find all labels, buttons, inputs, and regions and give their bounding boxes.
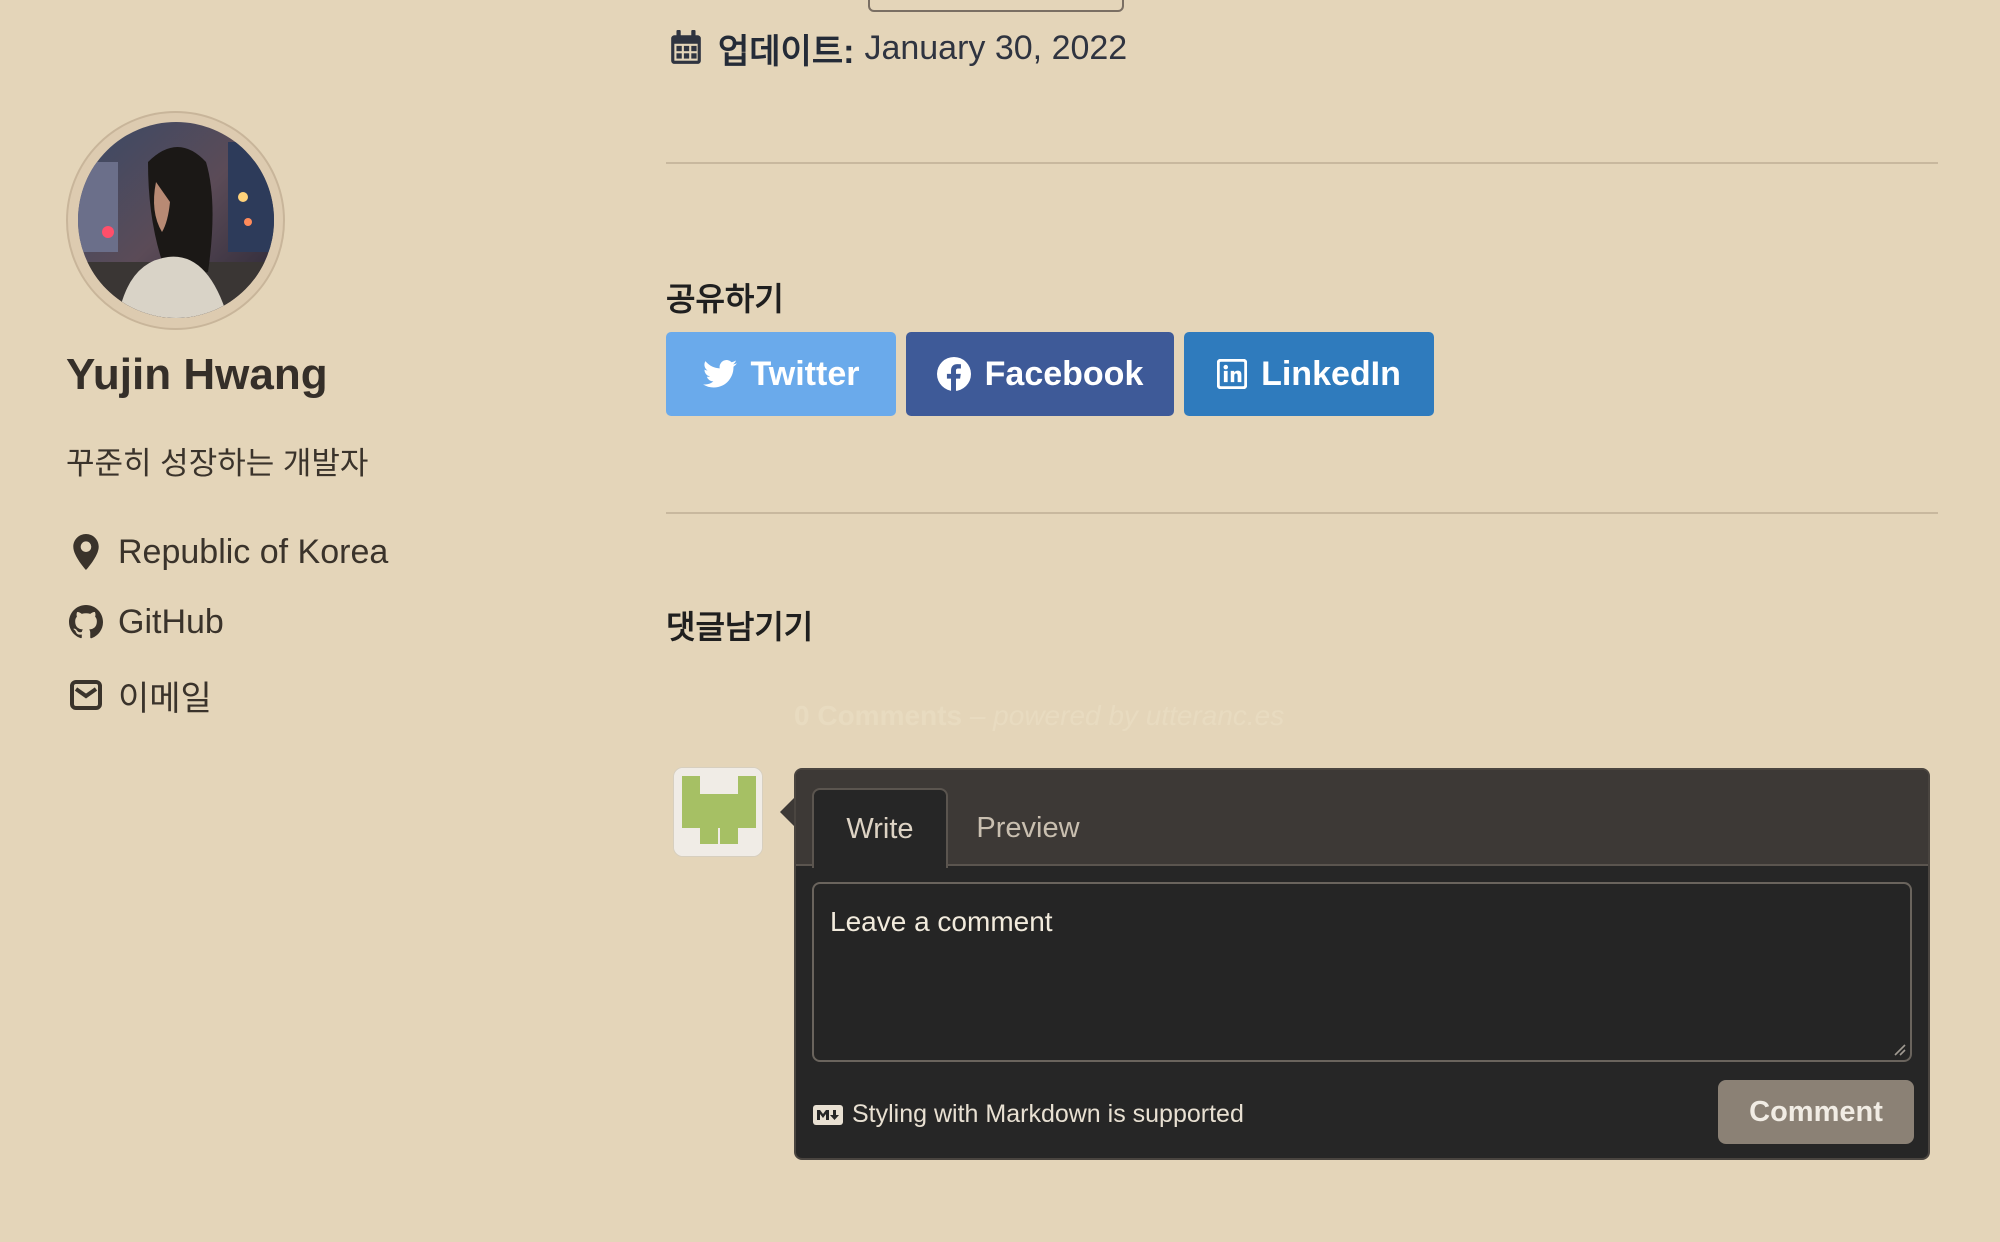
location-row: Republic of Korea <box>66 530 388 574</box>
top-partial-box <box>868 0 1124 12</box>
calendar-icon <box>671 30 701 64</box>
tab-write[interactable]: Write <box>812 788 948 868</box>
mail-icon <box>66 675 106 715</box>
share-facebook-button[interactable]: Facebook <box>906 332 1174 416</box>
linkedin-icon <box>1217 359 1248 389</box>
author-bio: 꾸준히 성장하는 개발자 <box>66 446 369 481</box>
email-text: 이메일 <box>118 679 212 718</box>
github-text: GitHub <box>118 602 224 641</box>
markdown-note: Styling with Markdown is supported <box>812 1100 1244 1129</box>
updated-date: January 30, 2022 <box>864 28 1128 67</box>
share-twitter-button[interactable]: Twitter <box>666 332 896 416</box>
tab-preview[interactable]: Preview <box>948 788 1108 868</box>
divider-middle <box>666 512 1938 514</box>
powered-by-link[interactable]: – powered by utteranc.es <box>962 700 1284 731</box>
linkedin-label: LinkedIn <box>1261 354 1401 393</box>
github-link[interactable]: GitHub <box>66 600 224 644</box>
location-text: Republic of Korea <box>118 532 389 571</box>
commenter-avatar <box>673 767 763 857</box>
divider-top <box>666 162 1938 164</box>
markdown-note-text: Styling with Markdown is supported <box>852 1100 1244 1128</box>
identicon-avatar <box>674 768 762 856</box>
location-pin-icon <box>66 532 106 572</box>
comment-textarea[interactable]: Leave a comment <box>812 882 1912 1062</box>
author-name: Yujin Hwang <box>66 350 328 399</box>
updated-label: 업데이트: <box>718 32 855 71</box>
comment-submit-button[interactable]: Comment <box>1718 1080 1914 1144</box>
facebook-icon <box>936 357 971 391</box>
twitter-icon <box>702 360 737 388</box>
email-link[interactable]: 이메일 <box>66 673 212 718</box>
comment-editor: Write Preview Leave a comment Styling wi… <box>780 768 1930 1160</box>
comment-count: 0 Comments <box>794 700 963 731</box>
comment-tabs-bar: Write Preview <box>796 770 1928 868</box>
updated-date-row: 업데이트: January 30, 2022 <box>668 26 1128 71</box>
author-avatar <box>78 122 274 318</box>
share-title: 공유하기 <box>666 281 784 317</box>
facebook-label: Facebook <box>984 354 1144 393</box>
comments-title: 댓글남기기 <box>666 609 814 645</box>
github-icon <box>66 602 106 642</box>
avatar-photo <box>78 122 274 318</box>
comment-count-header: 0 Comments – powered by utteranc.es <box>794 700 1284 732</box>
resize-handle-icon[interactable] <box>1892 1042 1906 1056</box>
share-linkedin-button[interactable]: LinkedIn <box>1184 332 1434 416</box>
markdown-icon <box>813 1104 843 1125</box>
twitter-label: Twitter <box>750 354 860 393</box>
